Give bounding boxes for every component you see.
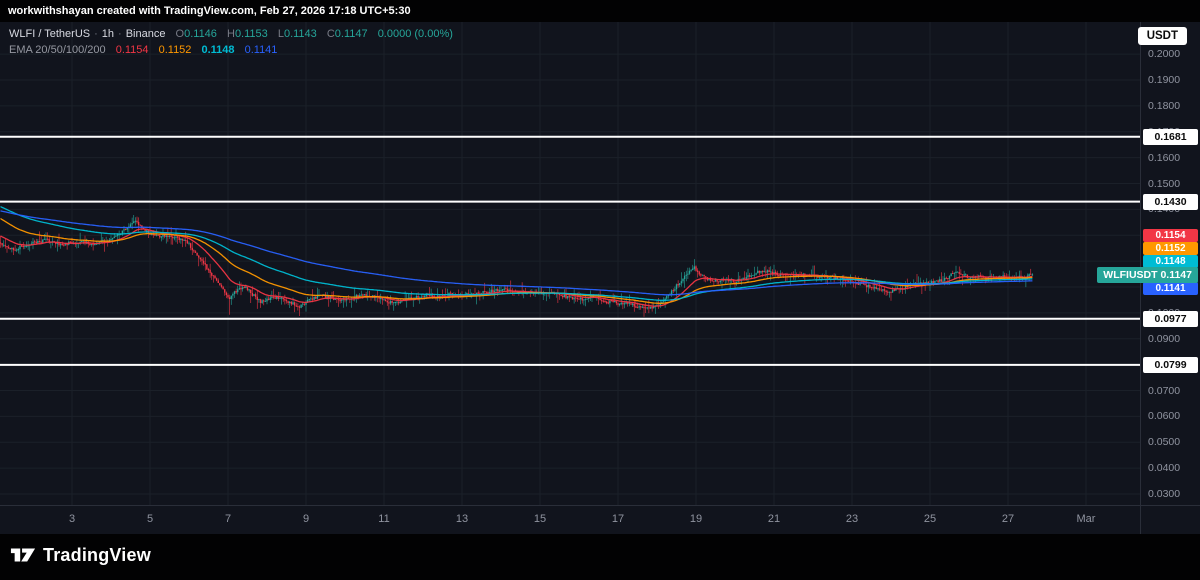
time-tick-15: 15 [520, 513, 560, 525]
watermark-text: workwithshayan created with TradingView.… [8, 5, 411, 17]
time-tick-3: 3 [52, 513, 92, 525]
tradingview-logo[interactable]: TradingView [10, 544, 151, 566]
price-level-box: 0.1681 [1143, 129, 1198, 145]
ema-20-line [1, 229, 1033, 306]
close-value: 0.1147 [335, 28, 368, 40]
close-label: C [327, 28, 335, 40]
open-value: 0.1146 [184, 28, 217, 40]
ema-200-line [1, 211, 1033, 295]
price-axis[interactable]: 0.20000.19000.18000.17000.16000.15000.14… [1140, 22, 1200, 534]
price-tick: 0.1600 [1148, 151, 1180, 165]
symbol-title[interactable]: WLFI / TetherUS [9, 28, 90, 40]
tradingview-logo-icon [10, 544, 36, 566]
high-label: H [227, 28, 235, 40]
ema-200-price-label: 0.1141 [1143, 282, 1198, 295]
time-tick-17: 17 [598, 513, 638, 525]
low-value: 0.1143 [284, 28, 317, 40]
ema50-value: 0.1152 [159, 44, 192, 56]
price-tick: 0.0900 [1148, 332, 1180, 346]
time-tick-7: 7 [208, 513, 248, 525]
ema100-value: 0.1148 [201, 44, 234, 56]
price-tick: 0.1900 [1148, 73, 1180, 87]
time-tick-13: 13 [442, 513, 482, 525]
price-tick: 0.0300 [1148, 487, 1180, 501]
time-tick-5: 5 [130, 513, 170, 525]
symbol-legend-row[interactable]: WLFI / TetherUS·1h·Binance O0.1146 H0.11… [9, 26, 453, 42]
time-tick-9: 9 [286, 513, 326, 525]
watermark-bar: workwithshayan created with TradingView.… [0, 0, 1200, 22]
chart-plot-area[interactable]: WLFI / TetherUS·1h·Binance O0.1146 H0.11… [0, 22, 1140, 505]
ema200-value: 0.1141 [245, 44, 278, 56]
price-level-box: 0.0799 [1143, 357, 1198, 373]
time-tick-11: 11 [364, 513, 404, 525]
time-axis[interactable]: 3 5 7 9 11 13 15 17 19 21 23 25 27 Mar [0, 505, 1200, 534]
time-tick-25: 25 [910, 513, 950, 525]
price-tick: 0.0600 [1148, 409, 1180, 423]
tradingview-logo-text: TradingView [43, 545, 151, 566]
time-tick-Mar: Mar [1066, 513, 1106, 525]
ema20-value: 0.1154 [116, 44, 149, 56]
bottom-bar: TradingView [0, 534, 1200, 580]
open-label: O [176, 28, 185, 40]
tradingview-snapshot: workwithshayan created with TradingView.… [0, 0, 1200, 580]
candlestick-chart[interactable] [0, 22, 1140, 505]
indicator-legend-row[interactable]: EMA 20/50/100/200 0.1154 0.1152 0.1148 0… [9, 42, 453, 58]
time-tick-21: 21 [754, 513, 794, 525]
time-tick-19: 19 [676, 513, 716, 525]
price-tick: 0.0400 [1148, 461, 1180, 475]
ema-50-price-label: 0.1152 [1143, 242, 1198, 255]
price-level-box: 0.1430 [1143, 194, 1198, 210]
price-tick: 0.1500 [1148, 177, 1180, 191]
high-value: 0.1153 [235, 28, 268, 40]
price-level-box: 0.0977 [1143, 311, 1198, 327]
indicator-title[interactable]: EMA 20/50/100/200 [9, 44, 106, 56]
chart-legend: WLFI / TetherUS·1h·Binance O0.1146 H0.11… [9, 26, 453, 58]
price-tick: 0.2000 [1148, 47, 1180, 61]
currency-usdt-button[interactable]: USDT [1138, 27, 1187, 45]
exchange-label[interactable]: Binance [126, 28, 166, 40]
last-price-label: WLFIUSDT 0.1147 [1097, 267, 1198, 283]
price-tick: 0.0700 [1148, 384, 1180, 398]
ema-20-price-label: 0.1154 [1143, 229, 1198, 242]
price-tick: 0.0500 [1148, 435, 1180, 449]
interval-label[interactable]: 1h [102, 28, 114, 40]
change-value: 0.0000 (0.00%) [378, 28, 453, 40]
time-tick-27: 27 [988, 513, 1028, 525]
price-tick: 0.1800 [1148, 99, 1180, 113]
time-tick-23: 23 [832, 513, 872, 525]
